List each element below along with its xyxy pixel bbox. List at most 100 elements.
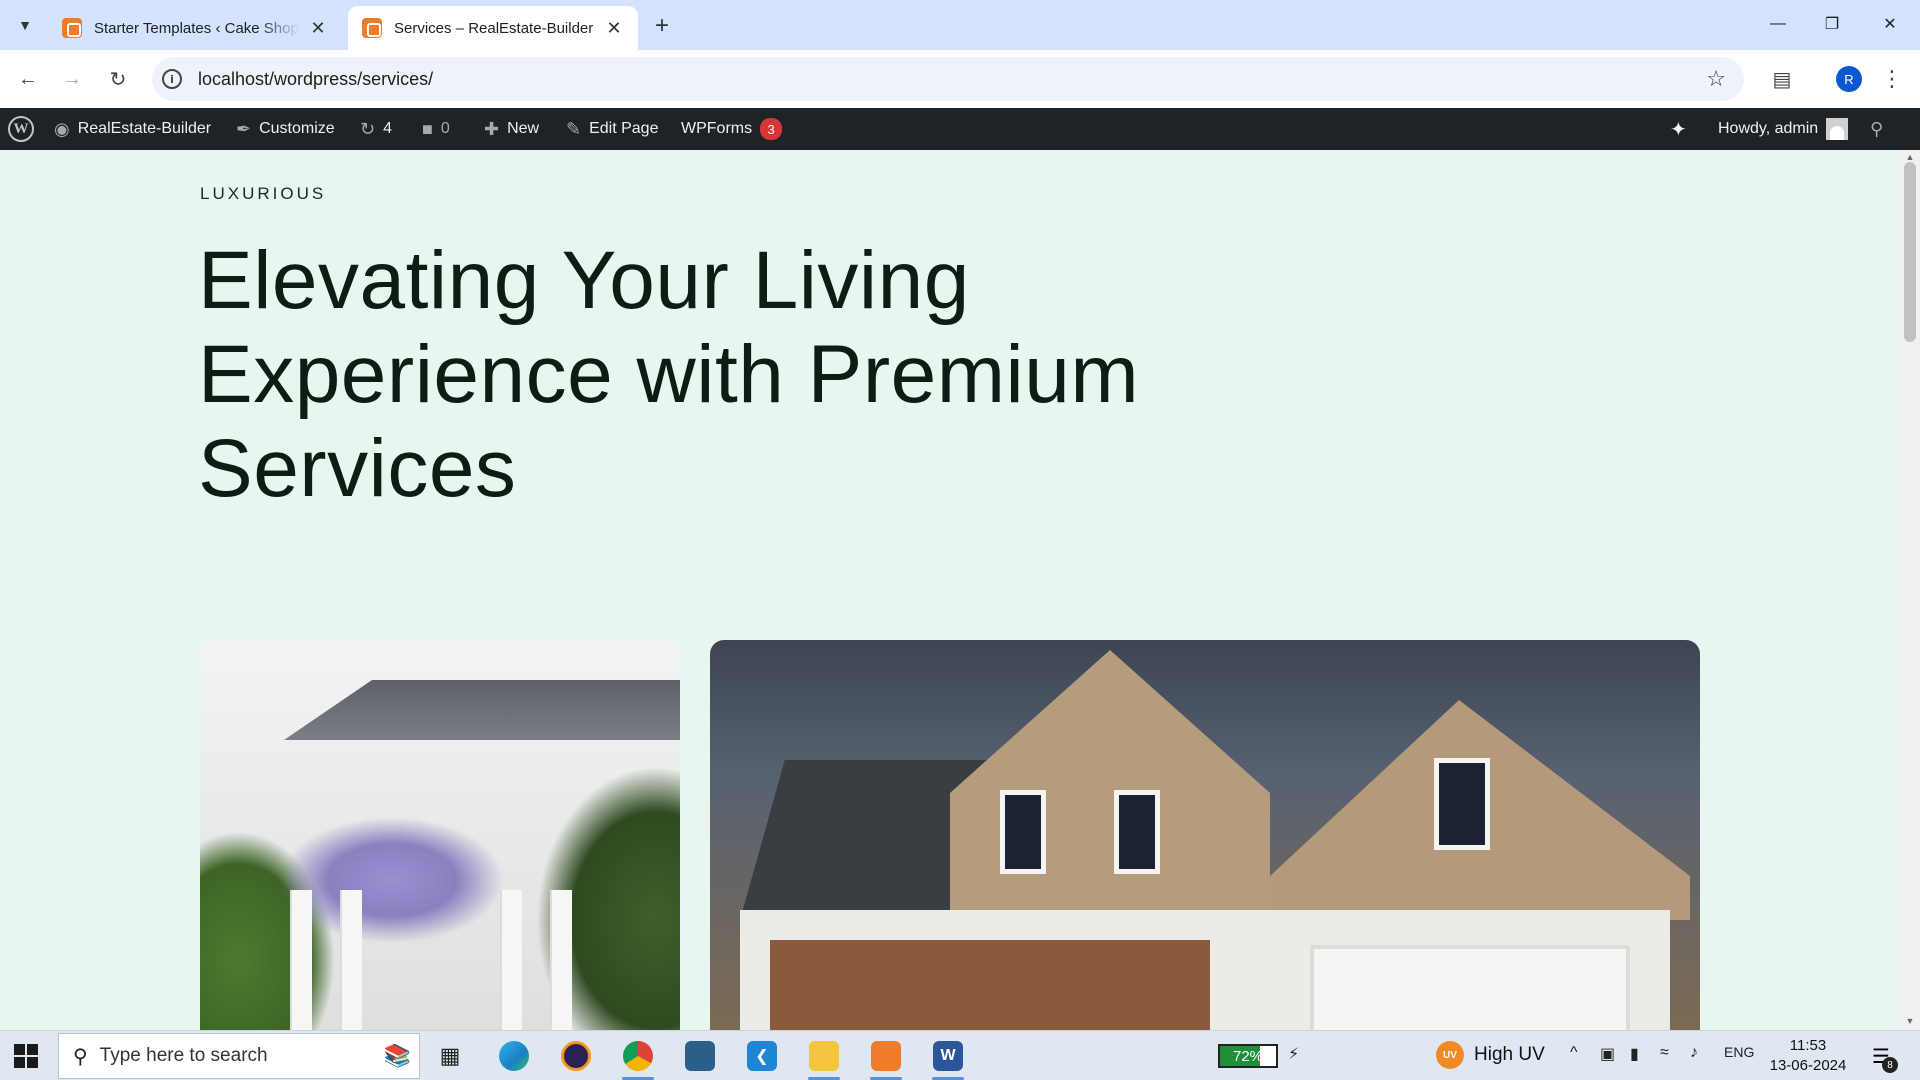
xampp-app[interactable] [862, 1036, 910, 1080]
hero-title: Elevating Your Living Experience with Pr… [198, 234, 1298, 516]
meet-now-icon[interactable]: ▣ [1600, 1044, 1615, 1064]
taskbar-search-input[interactable]: ⚲ Type here to search 📚 [58, 1033, 420, 1079]
photo-brick-wall [770, 940, 1210, 1030]
wp-admin-bar: W ◉ RealEstate-Builder ✒ Customize ↻ 4 ■… [0, 108, 1920, 150]
scroll-up-arrow-icon[interactable]: ▲ [1904, 152, 1916, 162]
page-scrollbar[interactable]: ▲ ▼ [1900, 150, 1920, 1030]
windows-logo-icon [14, 1044, 25, 1055]
chevron-up-icon[interactable]: ^ [1570, 1044, 1578, 1062]
photo-gable [950, 650, 1270, 910]
file-explorer-app[interactable] [800, 1036, 848, 1080]
info-icon[interactable]: i [162, 69, 182, 89]
edge-app[interactable] [490, 1036, 538, 1076]
eclipse-icon [561, 1041, 591, 1071]
speaker-icon[interactable]: ♪ [1690, 1044, 1698, 1062]
vscode-app[interactable]: ❮ [738, 1036, 786, 1076]
sparkle-icon: ✦ [1670, 118, 1687, 141]
new-label: New [507, 120, 540, 137]
eclipse-app[interactable] [552, 1036, 600, 1076]
wp-logo-menu[interactable]: W [8, 108, 34, 150]
new-content-menu[interactable]: ✚ New [484, 108, 539, 150]
tab-starter-templates[interactable]: Starter Templates ‹ Cake Shop — WordPres… [48, 6, 342, 50]
forward-button[interactable]: → [56, 63, 88, 95]
url-text[interactable]: localhost/wordpress/services/ [198, 69, 1706, 90]
extensions-icon[interactable]: ▤ [1766, 63, 1798, 95]
close-icon[interactable]: ✕ [308, 18, 328, 38]
search-icon: ⚲ [73, 1045, 88, 1068]
wpforms-menu[interactable]: WPForms 3 [681, 108, 783, 150]
menu-dots-icon[interactable]: ⋮ [1880, 63, 1904, 95]
task-view-button[interactable]: ▦ [426, 1036, 474, 1076]
address-bar[interactable]: i localhost/wordpress/services/ ☆ [152, 57, 1744, 101]
word-app[interactable]: W [924, 1036, 972, 1080]
comment-bubble-icon: ■ [422, 118, 433, 139]
account-menu[interactable]: Howdy, admin [1718, 108, 1849, 150]
windows-logo-icon [14, 1057, 25, 1068]
new-tab-button[interactable]: + [648, 12, 676, 40]
notification-count: 8 [1882, 1057, 1898, 1073]
plus-icon: + [654, 12, 669, 39]
site-name: RealEstate-Builder [77, 120, 212, 137]
ai-assistant-button[interactable]: ✦ [1670, 108, 1687, 150]
white-mansion-photo [200, 640, 680, 1030]
notification-center-button[interactable]: ☰ 8 [1866, 1041, 1898, 1073]
page-content: LUXURIOUS Elevating Your Living Experien… [0, 150, 1900, 1030]
tab-services[interactable]: Services – RealEstate-Builder ✕ [348, 6, 638, 50]
edit-page-label: Edit Page [589, 120, 659, 137]
windows-logo-icon [27, 1044, 38, 1055]
tab-search-button[interactable]: ▼ [10, 10, 40, 40]
plus-icon: ✚ [484, 118, 500, 139]
xampp-icon [871, 1041, 901, 1071]
chrome-app[interactable] [614, 1036, 662, 1080]
reload-button[interactable]: ↻ [102, 63, 134, 95]
battery-indicator[interactable]: 72% [1218, 1044, 1278, 1068]
admin-search-button[interactable]: ⚲ [1870, 108, 1883, 150]
hero-title-line: Elevating Your Living [198, 235, 970, 326]
chevron-down-icon: ▼ [18, 17, 32, 33]
photo-window [1114, 790, 1160, 874]
windows-start-button[interactable] [14, 1044, 38, 1068]
arrow-right-icon: → [62, 67, 82, 90]
comments-count: 0 [440, 120, 450, 137]
clock-time: 11:53 [1789, 1037, 1827, 1054]
uv-icon: UV [1436, 1041, 1464, 1069]
search-placeholder: Type here to search [99, 1045, 268, 1066]
arrow-left-icon: ← [18, 67, 38, 90]
weather-text: High UV [1474, 1044, 1545, 1065]
scroll-down-arrow-icon[interactable]: ▼ [1904, 1016, 1916, 1026]
photo-column [550, 890, 572, 1030]
search-icon: ⚲ [1870, 118, 1884, 139]
restore-icon: ❐ [1824, 16, 1840, 33]
close-window-button[interactable]: ✕ [1870, 8, 1910, 40]
clock[interactable]: 11:53 13-06-2024 [1766, 1036, 1850, 1076]
windows-logo-icon [27, 1057, 38, 1068]
site-name-menu[interactable]: ◉ RealEstate-Builder [54, 108, 211, 150]
language-indicator[interactable]: ENG [1724, 1044, 1754, 1060]
restore-button[interactable]: ❐ [1812, 8, 1852, 40]
hero-title-line: Experience with Premium [198, 329, 1140, 420]
scroll-thumb[interactable] [1904, 162, 1916, 342]
star-icon[interactable]: ☆ [1706, 66, 1726, 92]
weather-widget[interactable]: UV High UV [1436, 1041, 1545, 1069]
profile-avatar[interactable]: R [1836, 66, 1862, 92]
suburban-house-photo [710, 640, 1700, 1030]
task-view-icon: ▦ [439, 1043, 461, 1068]
wpforms-badge: 3 [760, 118, 783, 140]
photo-roof [284, 680, 680, 740]
avatar [1826, 118, 1849, 140]
plug-icon: ⚡ [1288, 1046, 1300, 1063]
minimize-button[interactable]: — [1758, 8, 1798, 40]
comments-link[interactable]: ■ 0 [422, 108, 450, 150]
mysql-workbench-app[interactable] [676, 1036, 724, 1076]
wifi-icon[interactable]: ≈ [1660, 1044, 1669, 1062]
word-icon: W [933, 1041, 963, 1071]
close-icon: ✕ [1883, 16, 1897, 33]
updates-link[interactable]: ↻ 4 [360, 108, 392, 150]
battery-tray-icon[interactable]: ▮ [1630, 1044, 1639, 1064]
workbench-icon [685, 1041, 715, 1071]
customize-link[interactable]: ✒ Customize [236, 108, 335, 150]
back-button[interactable]: ← [12, 63, 44, 95]
close-icon[interactable]: ✕ [604, 18, 624, 38]
paintbrush-icon: ✒ [236, 118, 252, 139]
edit-page-link[interactable]: ✎ Edit Page [566, 108, 658, 150]
